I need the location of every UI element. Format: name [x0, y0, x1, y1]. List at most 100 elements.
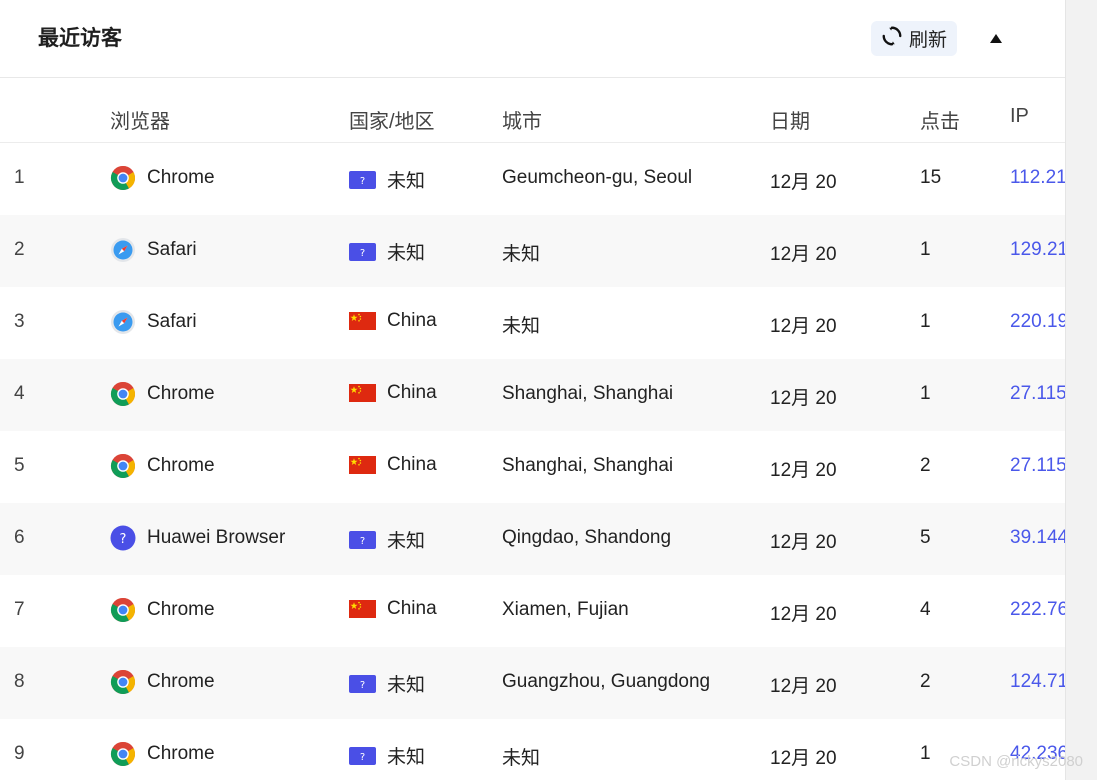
svg-text:?: ?: [360, 680, 365, 691]
ip-address[interactable]: 39.144: [1010, 527, 1065, 549]
browser-cell: Chrome: [110, 597, 215, 623]
country-name: 未知: [387, 531, 426, 552]
row-index: 8: [14, 671, 25, 692]
visit-date: 12月 20: [770, 532, 837, 553]
chrome-icon: [110, 597, 136, 623]
ip-address[interactable]: 222.76: [1010, 599, 1065, 621]
country-cell: ? 未知: [349, 526, 425, 553]
ip-address[interactable]: 124.71: [1010, 671, 1065, 693]
china-flag-icon: [349, 384, 376, 402]
svg-text:?: ?: [360, 176, 365, 187]
table-row[interactable]: 8 Chrome ? 未知 Guangzhou, Guangdong 12月 2…: [0, 647, 1065, 719]
ip-address[interactable]: 220.19: [1010, 311, 1065, 333]
svg-text:?: ?: [360, 248, 365, 259]
column-header-browser[interactable]: 浏览器: [110, 105, 170, 134]
china-flag-icon: [349, 600, 376, 618]
table-row[interactable]: 2 Safari ? 未知 未知 12月 20 1 129.21: [0, 215, 1065, 287]
ip-address[interactable]: 27.115: [1010, 383, 1065, 405]
country-name: China: [387, 310, 437, 331]
click-count: 5: [920, 527, 931, 548]
safari-icon: [110, 237, 136, 263]
visit-date: 12月 20: [770, 748, 837, 769]
column-header-clicks[interactable]: 点击: [920, 105, 960, 134]
browser-name: Chrome: [147, 167, 215, 188]
refresh-button[interactable]: 刷新: [871, 21, 957, 56]
row-index: 1: [14, 167, 25, 188]
watermark: CSDN @rickys2080: [949, 753, 1083, 770]
browser-cell: Safari: [110, 237, 197, 263]
collapse-toggle[interactable]: [984, 28, 1008, 48]
ip-address[interactable]: 27.115: [1010, 455, 1065, 477]
caret-up-icon: [990, 33, 1002, 43]
click-count: 2: [920, 455, 931, 476]
browser-cell: Chrome: [110, 741, 215, 767]
row-index: 5: [14, 455, 25, 476]
city: 未知: [502, 316, 541, 337]
visit-date: 12月 20: [770, 316, 837, 337]
row-index: 6: [14, 527, 25, 548]
ip-address[interactable]: 129.21: [1010, 239, 1065, 261]
table-row[interactable]: 1 Chrome ? 未知 Geumcheon-gu, Seoul 12月 20…: [0, 143, 1065, 215]
browser-name: Safari: [147, 311, 197, 332]
column-header-date[interactable]: 日期: [770, 105, 810, 134]
country-name: China: [387, 454, 437, 475]
country-name: 未知: [387, 675, 426, 696]
click-count: 15: [920, 167, 942, 188]
chrome-icon: [110, 165, 136, 191]
click-count: 1: [920, 383, 931, 404]
browser-cell: Chrome: [110, 453, 215, 479]
click-count: 1: [920, 743, 931, 764]
browser-cell: Chrome: [110, 165, 215, 191]
chrome-icon: [110, 381, 136, 407]
visit-date: 12月 20: [770, 460, 837, 481]
browser-cell: Chrome: [110, 381, 215, 407]
browser-cell: Safari: [110, 309, 197, 335]
china-flag-icon: [349, 312, 376, 330]
table-row[interactable]: 7 Chrome China Xiamen, Fujian 12月 20 4 2…: [0, 575, 1065, 647]
city: Shanghai, Shanghai: [502, 383, 674, 404]
city: Geumcheon-gu, Seoul: [502, 167, 693, 188]
country-name: 未知: [387, 243, 426, 264]
table-row[interactable]: 3 Safari China 未知 12月 20 1 220.19: [0, 287, 1065, 359]
country-cell: ? 未知: [349, 238, 425, 265]
svg-text:?: ?: [360, 752, 365, 763]
table-row[interactable]: 6 ? Huawei Browser ? 未知 Qingdao, Shandon…: [0, 503, 1065, 575]
city: Xiamen, Fujian: [502, 599, 629, 620]
visit-date: 12月 20: [770, 604, 837, 625]
china-flag-icon: [349, 456, 376, 474]
column-header-ip[interactable]: IP: [1010, 105, 1029, 128]
browser-name: Chrome: [147, 455, 215, 476]
country-name: China: [387, 598, 437, 619]
click-count: 4: [920, 599, 931, 620]
row-index: 9: [14, 743, 25, 764]
panel-header: 最近访客 刷新: [0, 0, 1065, 78]
browser-name: Chrome: [147, 599, 215, 620]
table-row[interactable]: 4 Chrome China Shanghai, Shanghai 12月 20…: [0, 359, 1065, 431]
svg-text:?: ?: [360, 536, 365, 547]
row-index: 2: [14, 239, 25, 260]
country-cell: China: [349, 454, 437, 476]
country-name: China: [387, 382, 437, 403]
browser-name: Safari: [147, 239, 197, 260]
column-header-city[interactable]: 城市: [502, 105, 542, 134]
row-index: 4: [14, 383, 25, 404]
unknown-flag-icon: ?: [349, 170, 376, 189]
browser-name: Chrome: [147, 383, 215, 404]
unknown-flag-icon: ?: [349, 242, 376, 261]
row-index: 3: [14, 311, 25, 332]
vertical-scrollbar[interactable]: [1065, 0, 1097, 780]
browser-name: Huawei Browser: [147, 527, 286, 548]
ip-address[interactable]: 112.21: [1010, 167, 1065, 189]
unknown-browser-icon: ?: [110, 525, 136, 551]
column-header-country[interactable]: 国家/地区: [349, 105, 435, 134]
table-row[interactable]: 5 Chrome China Shanghai, Shanghai 12月 20…: [0, 431, 1065, 503]
country-cell: ? 未知: [349, 166, 425, 193]
browser-cell: ? Huawei Browser: [110, 525, 285, 551]
safari-icon: [110, 309, 136, 335]
browser-cell: Chrome: [110, 669, 215, 695]
table-row[interactable]: 9 Chrome ? 未知 未知 12月 20 1 42.236: [0, 719, 1065, 780]
chrome-icon: [110, 741, 136, 767]
click-count: 2: [920, 671, 931, 692]
browser-name: Chrome: [147, 743, 215, 764]
chrome-icon: [110, 453, 136, 479]
